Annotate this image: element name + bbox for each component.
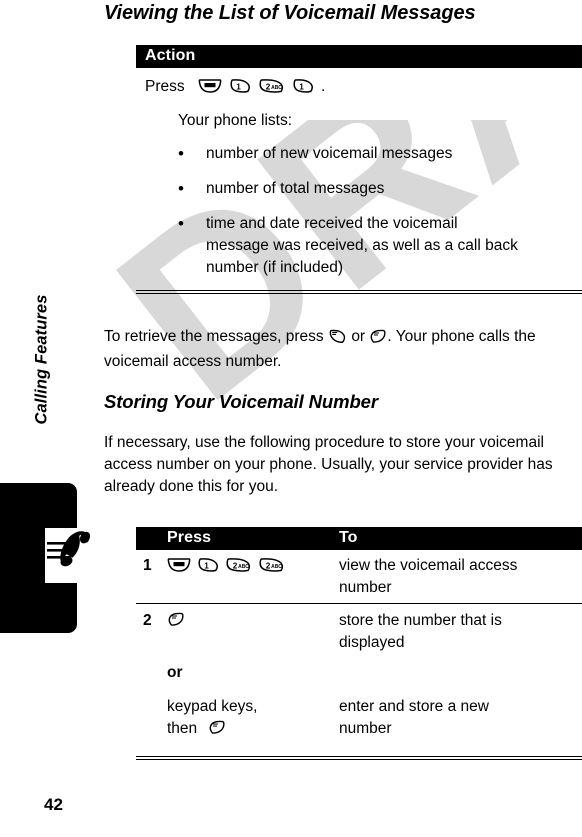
soft-key-icon xyxy=(209,720,225,740)
list-item-label: time and date received the voicemail mes… xyxy=(206,215,518,276)
list-item-label: number of new voicemail messages xyxy=(206,145,453,162)
press-table-header: Press To xyxy=(136,527,582,550)
sentence-period: . xyxy=(321,78,326,95)
svg-text:1: 1 xyxy=(204,561,209,570)
key-1: 1 xyxy=(197,557,219,578)
press-instruction-label: Press xyxy=(145,78,185,95)
bullet-icon: • xyxy=(178,214,184,233)
phone-handset-icon xyxy=(45,528,93,583)
step-number: 2 xyxy=(143,612,152,629)
step-2-or-label: or xyxy=(167,664,183,681)
step-2-alt-key xyxy=(209,720,225,740)
svg-text:1: 1 xyxy=(299,82,304,91)
menu-key xyxy=(198,78,222,99)
svg-text:2: 2 xyxy=(233,561,238,570)
step-2-alt-press-line1: keypad keys, xyxy=(167,698,258,715)
svg-text:2: 2 xyxy=(266,82,271,91)
step-2-key-sequence xyxy=(168,612,184,632)
step-1-description: view the voicemail access number xyxy=(339,557,518,596)
action-key-sequence: 1 2 ABC 1 xyxy=(198,78,314,99)
key-2-abc: 2 ABC xyxy=(225,557,252,578)
retrieve-text-before: To retrieve the messages, press xyxy=(104,328,324,345)
step-1-key-sequence: 1 2 ABC 2 ABC xyxy=(167,557,285,578)
column-header-press: Press xyxy=(167,529,212,546)
page-content: Viewing the List of Voicemail Messages A… xyxy=(104,0,582,837)
list-item-label: number of total messages xyxy=(206,180,385,197)
page-title: Viewing the List of Voicemail Messages xyxy=(104,2,476,24)
step-2-description: store the number that is displayed xyxy=(339,612,502,651)
press-table: Press To 1 1 2 ABC 2 ABC view the voicem… xyxy=(136,527,582,790)
column-header-action: Action xyxy=(145,47,196,64)
svg-text:ABC: ABC xyxy=(238,564,249,570)
action-table-body: Press 1 2 ABC 1 . Your phone lists: • nu… xyxy=(136,68,582,314)
bullet-icon: • xyxy=(178,179,184,198)
retrieve-text-mid: or xyxy=(351,328,366,345)
key-2-abc: 2 ABC xyxy=(258,557,285,578)
soft-key-icon xyxy=(370,329,386,351)
bullet-icon: • xyxy=(178,144,184,163)
step-2-alt-press-line2: then xyxy=(167,720,198,737)
table-row-divider xyxy=(136,603,582,604)
press-table-body: 1 1 2 ABC 2 ABC view the voicemail acces… xyxy=(136,550,582,790)
key-2-abc: 2 ABC xyxy=(258,78,285,99)
section-title: Storing Your Voicemail Number xyxy=(104,391,378,412)
svg-text:2: 2 xyxy=(266,561,271,570)
action-intro-text: Your phone lists: xyxy=(178,112,293,129)
menu-key xyxy=(167,557,191,578)
send-key-icon xyxy=(329,329,346,351)
chapter-title: Calling Features xyxy=(32,294,51,425)
step-2-alt-description: enter and store a new number xyxy=(339,698,489,737)
column-header-to: To xyxy=(339,529,358,546)
retrieve-paragraph: To retrieve the messages, press or . You… xyxy=(104,326,582,373)
svg-text:ABC: ABC xyxy=(271,85,282,91)
page-number: 42 xyxy=(44,795,63,814)
action-table-header: Action xyxy=(136,45,582,68)
table-bottom-rule xyxy=(136,756,582,760)
chapter-sidebar: Calling Features 42 xyxy=(0,0,104,837)
key-1: 1 xyxy=(229,78,251,99)
svg-text:ABC: ABC xyxy=(271,564,282,570)
soft-key-icon xyxy=(168,612,184,632)
action-table: Action Press 1 2 ABC 1 . Your phone list… xyxy=(136,45,582,314)
step-number: 1 xyxy=(143,557,152,574)
svg-text:1: 1 xyxy=(236,82,241,91)
key-1: 1 xyxy=(292,78,314,99)
necessary-paragraph: If necessary, use the following procedur… xyxy=(104,434,553,495)
table-bottom-rule xyxy=(136,290,582,294)
